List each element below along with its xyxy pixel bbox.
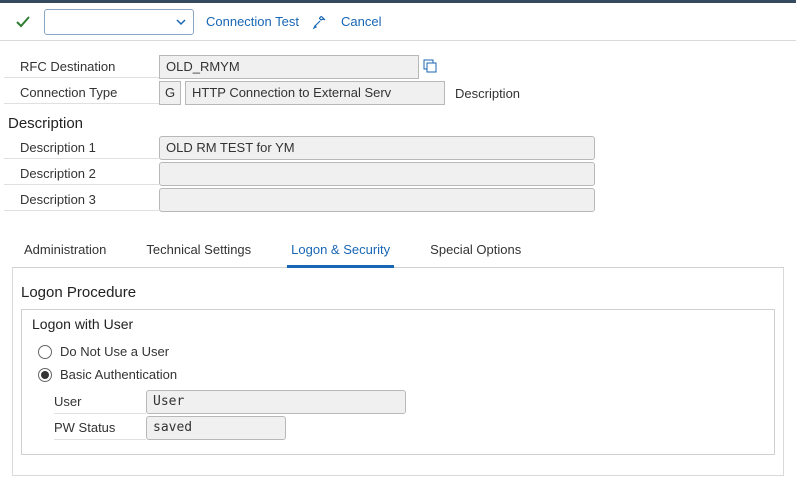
- accept-icon[interactable]: [14, 13, 32, 31]
- rfc-destination-label: RFC Destination: [4, 56, 159, 78]
- tab-administration[interactable]: Administration: [12, 234, 134, 267]
- radio-do-not-use-user-label: Do Not Use a User: [60, 344, 169, 359]
- connection-type-code[interactable]: G: [159, 81, 181, 105]
- connection-type-field[interactable]: HTTP Connection to External Serv: [185, 81, 445, 105]
- description2-field[interactable]: [159, 162, 595, 186]
- connection-test-button[interactable]: Connection Test: [206, 14, 299, 29]
- connection-type-label: Connection Type: [4, 82, 159, 104]
- radio-do-not-use-user[interactable]: [38, 345, 52, 359]
- matchcode-icon[interactable]: [421, 57, 439, 78]
- radio-basic-authentication-label: Basic Authentication: [60, 367, 177, 382]
- logon-with-user-title: Logon with User: [32, 316, 764, 332]
- tabstrip: Administration Technical Settings Logon …: [12, 234, 784, 268]
- chevron-down-icon: [175, 16, 187, 28]
- user-field[interactable]: User: [146, 390, 406, 414]
- user-label: User: [54, 390, 146, 414]
- tab-logon-security[interactable]: Logon & Security: [279, 234, 418, 267]
- radio-basic-authentication[interactable]: [38, 368, 52, 382]
- pw-status-field[interactable]: saved: [146, 416, 286, 440]
- logon-security-panel: Logon Procedure Logon with User Do Not U…: [12, 268, 784, 476]
- pw-status-label: PW Status: [54, 416, 146, 440]
- utilities-icon[interactable]: [311, 13, 329, 31]
- tab-technical-settings[interactable]: Technical Settings: [134, 234, 279, 267]
- logon-with-user-group: Logon with User Do Not Use a User Basic …: [21, 309, 775, 455]
- object-dropdown[interactable]: [44, 9, 194, 35]
- logon-procedure-title: Logon Procedure: [21, 284, 775, 301]
- toolbar: Connection Test Cancel: [0, 3, 796, 41]
- description3-field[interactable]: [159, 188, 595, 212]
- description1-field[interactable]: OLD RM TEST for YM: [159, 136, 595, 160]
- description3-label: Description 3: [4, 189, 159, 211]
- description-section-title: Description: [4, 107, 792, 136]
- description2-label: Description 2: [4, 163, 159, 185]
- description-side-label: Description: [455, 86, 520, 101]
- rfc-destination-field[interactable]: OLD_RMYM: [159, 55, 419, 79]
- tab-special-options[interactable]: Special Options: [418, 234, 549, 267]
- description1-label: Description 1: [4, 137, 159, 159]
- cancel-button[interactable]: Cancel: [341, 14, 381, 29]
